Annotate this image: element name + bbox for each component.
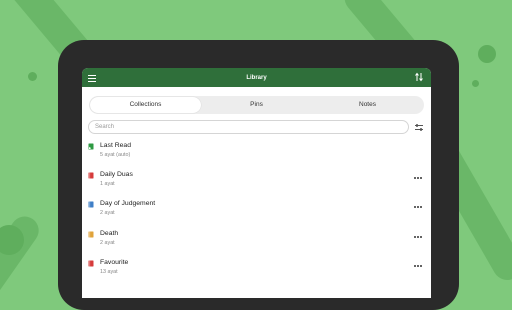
last-read-book-icon — [88, 143, 94, 150]
list-item-title: Death — [100, 229, 119, 237]
search-row: Search — [88, 120, 424, 134]
list-item-subtitle: 2 ayat — [100, 210, 115, 217]
tab-collections[interactable]: Collections — [90, 97, 201, 113]
list-item-title: Favourite — [100, 258, 129, 266]
more-options-icon[interactable] — [414, 177, 422, 180]
hamburger-menu-icon[interactable] — [88, 73, 96, 82]
more-options-icon[interactable] — [414, 206, 422, 209]
list-item-daily-duas[interactable]: Daily Duas 1 ayat — [82, 167, 431, 196]
tab-bar: Collections Pins Notes — [89, 96, 424, 114]
list-item-title: Day of Judgement — [100, 200, 156, 208]
page-title: Library — [246, 74, 267, 81]
list-item-subtitle: 5 ayat (auto) — [100, 152, 131, 158]
app-screen: Library Collections Pins Notes Search La… — [82, 68, 431, 298]
list-item-day-of-judgement[interactable]: Day of Judgement 2 ayat — [82, 196, 431, 225]
app-bar: Library — [82, 68, 431, 87]
sort-arrows-icon[interactable] — [415, 72, 423, 82]
tab-pins[interactable]: Pins — [201, 97, 312, 113]
list-item-title: Daily Duas — [100, 171, 133, 179]
list-item-death[interactable]: Death 2 ayat — [82, 226, 431, 255]
list-item-last-read[interactable]: Last Read 5 ayat (auto) — [82, 138, 431, 167]
book-icon — [88, 172, 94, 179]
more-options-icon[interactable] — [414, 235, 422, 238]
list-item-subtitle: 13 ayat — [100, 268, 118, 275]
search-input[interactable]: Search — [88, 120, 409, 134]
collections-list: Last Read 5 ayat (auto) Daily Duas 1 aya… — [82, 138, 431, 284]
list-item-favourite[interactable]: Favourite 13 ayat — [82, 255, 431, 284]
tab-notes[interactable]: Notes — [312, 97, 423, 113]
list-item-subtitle: 1 ayat — [100, 181, 115, 188]
list-item-title: Last Read — [100, 142, 131, 149]
list-item-subtitle: 2 ayat — [100, 239, 115, 246]
book-icon — [88, 260, 94, 267]
book-icon — [88, 231, 94, 238]
more-options-icon[interactable] — [414, 264, 422, 267]
book-icon — [88, 201, 94, 208]
filter-sliders-icon[interactable] — [414, 122, 424, 132]
